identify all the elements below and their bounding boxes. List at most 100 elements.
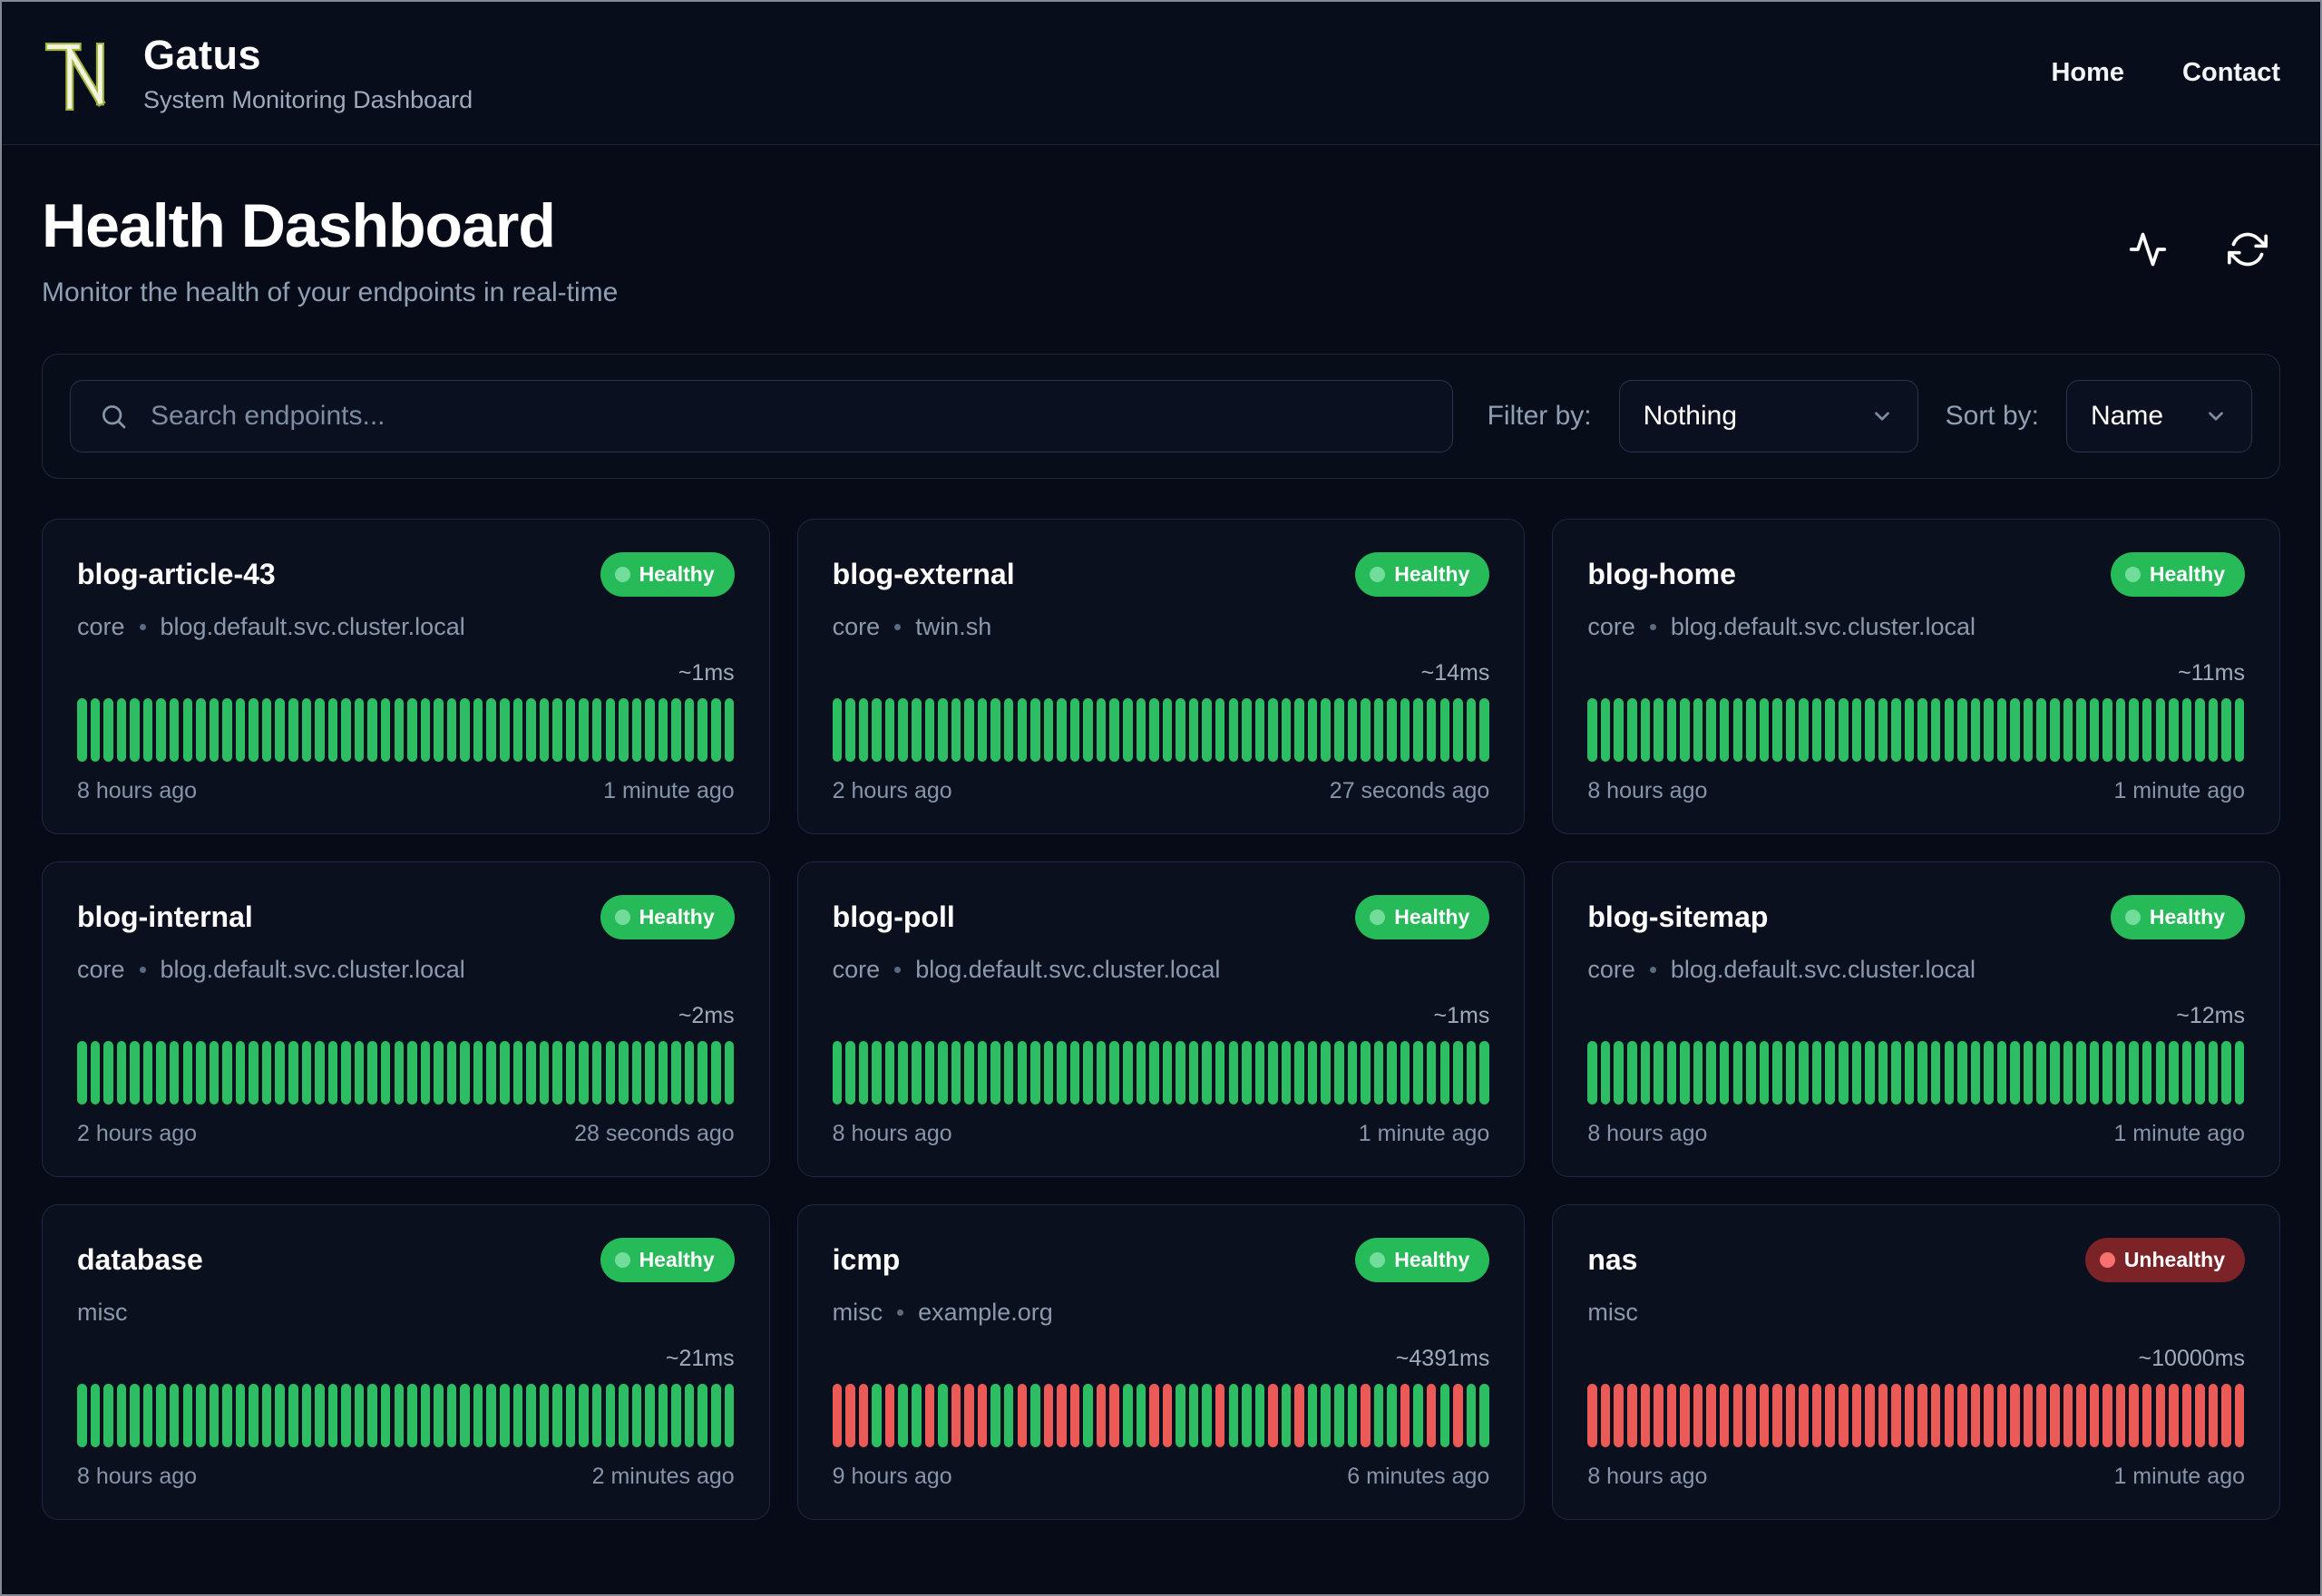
status-badge: Healthy [600,895,735,939]
uptime-bar-success [512,1384,523,1447]
endpoint-card[interactable]: blog-home Healthy core blog.default.svc.… [1552,519,2280,834]
uptime-bar-success [526,1041,536,1105]
uptime-bar-success [1030,1041,1040,1105]
activity-icon[interactable] [2128,229,2168,269]
card-header: blog-home Healthy [1587,552,2245,597]
uptime-bar-success [222,698,232,762]
uptime-bar-success [1347,1041,1358,1105]
status-badge: Unhealthy [2084,1238,2245,1282]
nav-link-home[interactable]: Home [2051,58,2124,88]
endpoint-card[interactable]: blog-sitemap Healthy core blog.default.s… [1552,861,2280,1177]
uptime-bar-success [858,1041,869,1105]
uptime-bar-failure [1096,1384,1107,1447]
uptime-bar-success [1057,1041,1067,1105]
endpoint-name: blog-poll [832,900,955,933]
card-header: icmp Healthy [833,1238,1490,1282]
refresh-icon[interactable] [2228,229,2268,269]
uptime-bar-success [169,698,180,762]
uptime-bar-success [671,1041,681,1105]
uptime-bar-success [1479,1041,1489,1105]
uptime-bar-success [1614,1041,1624,1105]
uptime-bar-success [912,1041,922,1105]
latency-value: ~12ms [2176,1003,2245,1028]
uptime-chart: ~1ms 8 hours ago 1 minute ago [77,660,735,804]
endpoint-name: database [77,1243,203,1276]
status-label: Healthy [639,562,715,586]
uptime-bar-success [301,1384,312,1447]
endpoint-group: core [1587,613,1635,640]
endpoint-card[interactable]: blog-external Healthy core twin.sh ~14ms… [796,519,1526,834]
search-input[interactable] [70,380,1453,453]
endpoint-card[interactable]: blog-article-43 Healthy core blog.defaul… [42,519,770,834]
uptime-bar-success [2142,1041,2152,1105]
uptime-bar-failure [1930,1384,1941,1447]
uptime-bar-failure [1294,1384,1304,1447]
endpoint-card[interactable]: blog-poll Healthy core blog.default.svc.… [796,861,1526,1177]
uptime-bar-success [1466,698,1477,762]
endpoint-card[interactable]: nas Unhealthy misc ~10000ms 8 hours ago … [1552,1204,2280,1520]
uptime-bar-success [671,698,681,762]
uptime-bar-success [249,698,259,762]
uptime-bar-success [90,1384,101,1447]
sort-select[interactable]: Name [2066,380,2252,453]
chart-time-range: 2 hours ago 27 seconds ago [833,778,1490,804]
endpoint-card[interactable]: database Healthy misc ~21ms 8 hours ago … [42,1204,770,1520]
uptime-bar-failure [884,1384,895,1447]
uptime-bar-success [2221,698,2231,762]
uptime-bar-failure [1426,1384,1437,1447]
uptime-bar-success [964,698,974,762]
uptime-bars [77,1384,735,1447]
status-dot-icon [1370,567,1386,582]
uptime-bar-success [2129,698,2139,762]
uptime-bar-success [552,1384,562,1447]
chart-time-range: 8 hours ago 1 minute ago [833,1121,1490,1147]
oldest-timestamp: 8 hours ago [832,1121,952,1146]
filter-select[interactable]: Nothing [1618,380,1918,453]
status-badge: Healthy [1355,1238,1490,1282]
uptime-bar-success [1614,698,1624,762]
hero-actions [2128,229,2280,269]
uptime-bar-success [460,1041,470,1105]
uptime-bar-failure [1719,1384,1730,1447]
filter-by-label: Filter by: [1487,401,1592,431]
uptime-bar-success [249,1384,259,1447]
status-dot-icon [614,567,630,582]
separator-dot-icon [894,624,902,630]
uptime-bar-success [1466,1041,1477,1105]
uptime-bar-success [711,698,721,762]
uptime-bar-success [77,1384,87,1447]
uptime-bar-success [1453,698,1463,762]
uptime-bar-success [1043,1041,1054,1105]
uptime-bar-success [658,1041,668,1105]
uptime-bar-failure [1587,1384,1597,1447]
status-dot-icon [614,910,630,925]
endpoint-card[interactable]: icmp Healthy misc example.org ~4391ms 9 … [796,1204,1526,1520]
uptime-bar-failure [1839,1384,1849,1447]
latency-value: ~1ms [678,660,735,686]
uptime-bar-success [724,1041,735,1105]
status-dot-icon [1370,910,1386,925]
uptime-bar-success [327,698,338,762]
uptime-bar-success [1439,1384,1450,1447]
uptime-bar-success [1123,1041,1133,1105]
uptime-bar-success [619,698,629,762]
uptime-bar-success [301,698,312,762]
endpoint-meta: core blog.default.svc.cluster.local [77,956,735,984]
uptime-bar-success [446,1384,457,1447]
uptime-bar-success [2089,698,2100,762]
endpoint-card[interactable]: blog-internal Healthy core blog.default.… [42,861,770,1177]
uptime-bar-success [1746,698,1756,762]
latency-value: ~11ms [2178,660,2245,686]
uptime-bar-success [354,698,365,762]
uptime-bar-success [1003,1384,1014,1447]
uptime-bars [832,1384,1490,1447]
uptime-bar-success [1759,1041,1770,1105]
uptime-bar-success [1334,1384,1344,1447]
uptime-bar-success [1825,698,1835,762]
chart-time-range: 2 hours ago 28 seconds ago [77,1121,735,1147]
uptime-bar-success [619,1384,629,1447]
nav-link-contact[interactable]: Contact [2182,58,2280,88]
uptime-bar-success [1970,1041,1981,1105]
endpoint-meta: core blog.default.svc.cluster.local [1587,956,2245,984]
uptime-bar-success [394,698,404,762]
